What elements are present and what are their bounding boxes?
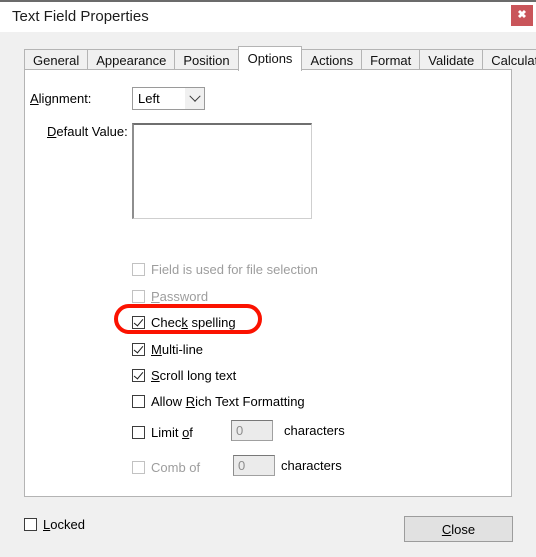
checkbox-password: Password [132, 287, 208, 305]
chevron-down-icon [185, 88, 204, 109]
checkbox-locked[interactable]: Locked [24, 515, 85, 533]
default-value-label: Default Value: [47, 124, 128, 139]
comb-of-unit-label: characters [281, 458, 342, 473]
checkbox-label: Multi-line [151, 341, 204, 357]
checkbox-check-spelling[interactable]: Check spelling [132, 313, 236, 331]
checkbox-field-is-used-for-file-selection: Field is used for file selection [132, 260, 318, 278]
checkbox-label: Password [151, 288, 209, 304]
title-bar: Text Field Properties ✖ [0, 2, 536, 32]
default-value-input[interactable] [132, 123, 312, 219]
default-value-accel: D [47, 124, 57, 139]
checkbox-comb-of: Comb of [132, 458, 200, 476]
default-value-label-text: efault Value: [56, 124, 128, 139]
alignment-value: Left [138, 91, 160, 106]
alignment-accel: A [30, 91, 39, 106]
checkbox-limit-of[interactable]: Limit of [132, 423, 193, 441]
tab-format[interactable]: Format [361, 49, 421, 70]
alignment-label: Alignment: [30, 91, 91, 106]
checkbox-box[interactable] [24, 517, 37, 531]
checkbox-label: Locked [43, 516, 85, 532]
close-button[interactable]: Close [404, 516, 513, 542]
checkbox-label: Comb of [151, 459, 201, 475]
alignment-select[interactable]: Left [132, 87, 205, 110]
checkbox-multi-line[interactable]: Multi-line [132, 340, 203, 358]
checkbox-box[interactable] [132, 425, 145, 439]
limit-of-input[interactable]: 0 [231, 420, 273, 441]
tab-strip: General Appearance Position Options Acti… [24, 46, 536, 71]
tab-actions[interactable]: Actions [301, 49, 363, 70]
checkbox-scroll-long-text[interactable]: Scroll long text [132, 366, 236, 384]
checkbox-box [132, 460, 145, 474]
checkbox-box [132, 262, 145, 276]
close-icon[interactable]: ✖ [511, 5, 533, 26]
tab-position[interactable]: Position [174, 49, 239, 70]
checkbox-box[interactable] [132, 342, 145, 356]
tab-validate[interactable]: Validate [419, 49, 484, 70]
comb-of-input: 0 [233, 455, 275, 476]
checkbox-box[interactable] [132, 394, 145, 408]
close-button-label: Close [441, 521, 476, 537]
checkbox-label: Scroll long text [151, 367, 237, 383]
tab-options[interactable]: Options [237, 46, 303, 71]
checkbox-label: Field is used for file selection [151, 261, 318, 277]
alignment-label-text: lignment: [38, 91, 92, 106]
limit-of-unit-label: characters [284, 423, 345, 438]
tab-calculate[interactable]: Calculate [482, 49, 536, 70]
checkbox-allow-rich-text-formatting[interactable]: Allow Rich Text Formatting [132, 392, 305, 410]
tab-appearance[interactable]: Appearance [87, 49, 176, 70]
text-field-properties-dialog: Text Field Properties ✖ General Appearan… [0, 0, 536, 557]
checkbox-box[interactable] [132, 315, 145, 329]
checkbox-label: Check spelling [151, 314, 236, 330]
checkbox-box [132, 289, 145, 303]
window-title: Text Field Properties [12, 8, 149, 25]
checkbox-box[interactable] [132, 368, 145, 382]
checkbox-label: Limit of [151, 424, 193, 440]
checkbox-label: Allow Rich Text Formatting [151, 393, 305, 409]
tab-general[interactable]: General [24, 49, 89, 70]
